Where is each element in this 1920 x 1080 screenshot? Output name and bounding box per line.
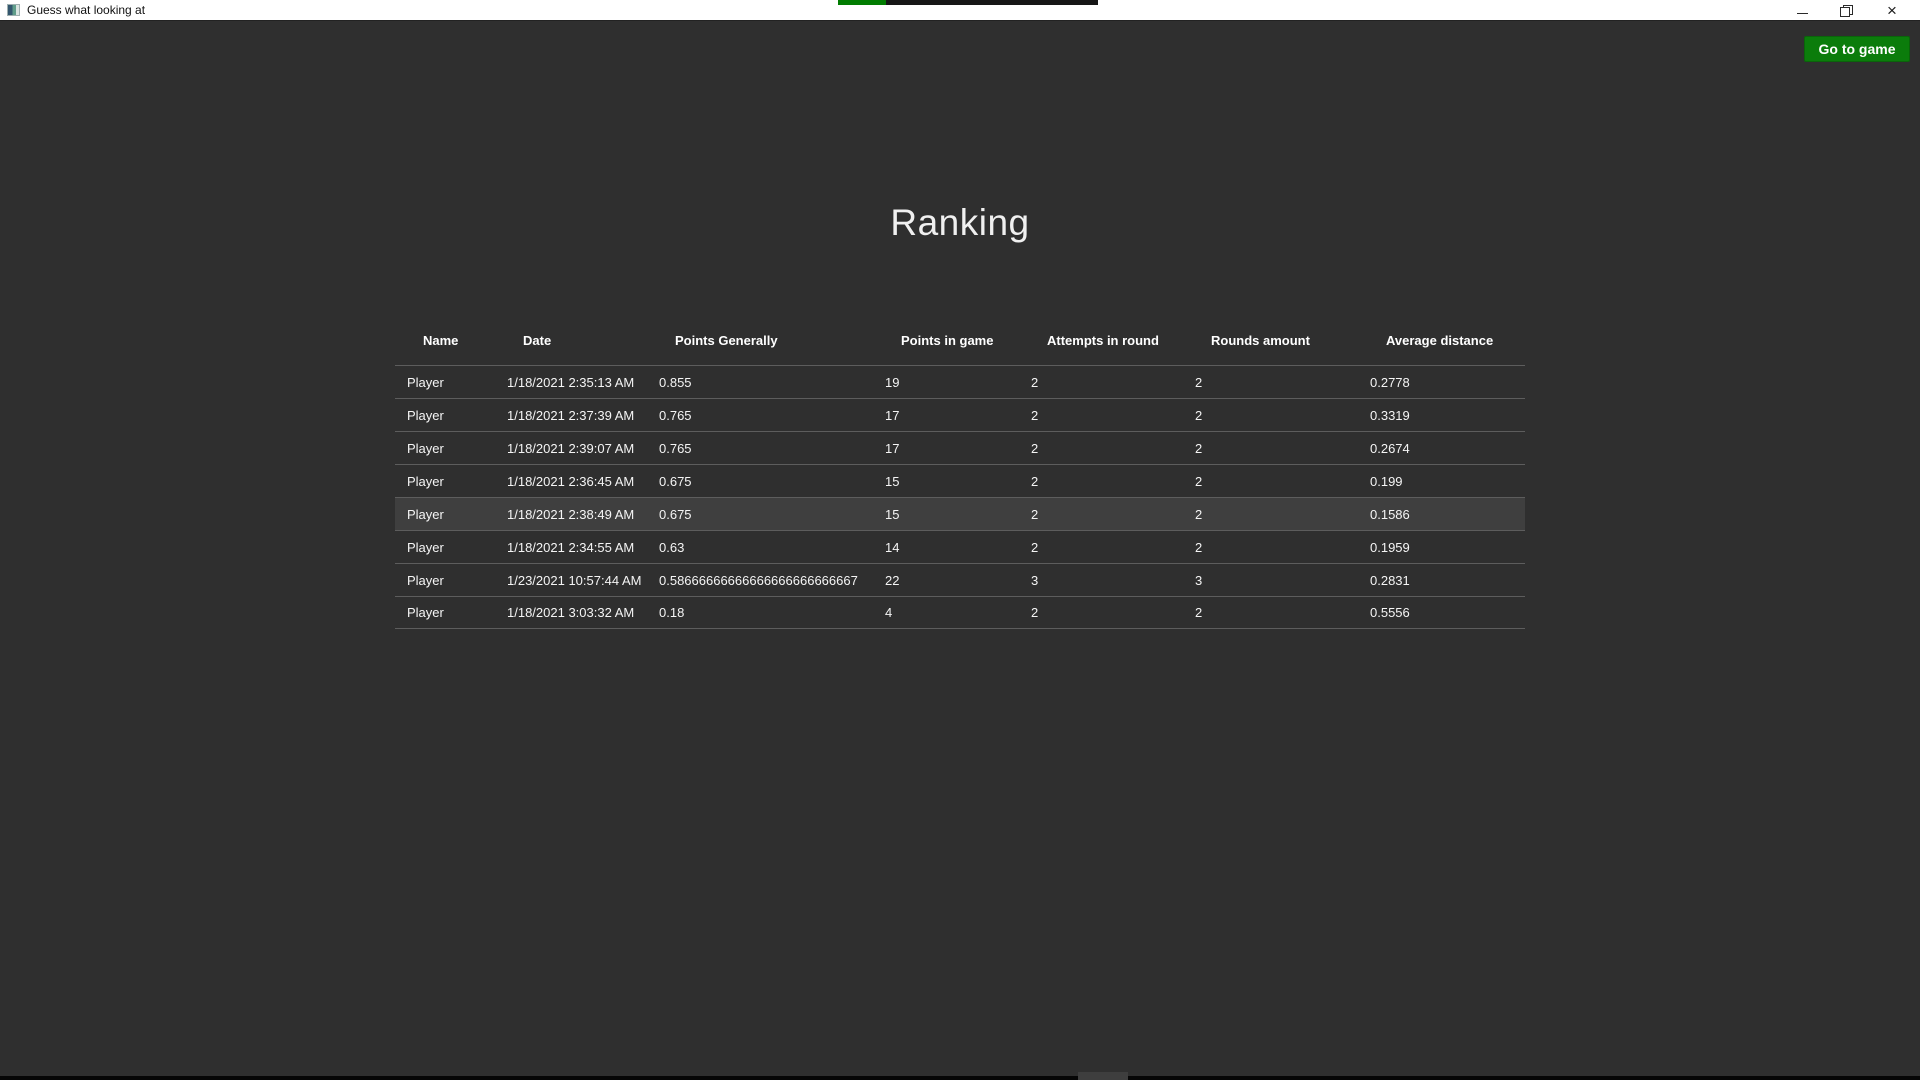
table-cell: 0.675 — [647, 507, 873, 522]
restore-button[interactable] — [1833, 0, 1859, 21]
table-row[interactable]: Player1/18/2021 2:34:55 AM0.6314220.1959 — [395, 530, 1525, 563]
table-cell: 2 — [1019, 474, 1183, 489]
table-cell: 19 — [873, 375, 1019, 390]
close-icon: × — [1887, 1, 1897, 20]
table-cell: Player — [395, 540, 495, 555]
table-cell: 2 — [1019, 441, 1183, 456]
top-taskbar-hint-green — [838, 0, 886, 5]
table-cell: 2 — [1183, 408, 1358, 423]
table-cell: 0.765 — [647, 441, 873, 456]
table-row[interactable]: Player1/18/2021 2:38:49 AM0.67515220.158… — [395, 497, 1525, 530]
table-cell: 1/18/2021 2:37:39 AM — [495, 408, 647, 423]
table-cell: 1/18/2021 2:34:55 AM — [495, 540, 647, 555]
column-header[interactable]: Name — [395, 326, 495, 365]
table-cell: Player — [395, 507, 495, 522]
column-header[interactable]: Points Generally — [647, 326, 873, 365]
table-row[interactable]: Player1/18/2021 2:39:07 AM0.76517220.267… — [395, 431, 1525, 464]
table-cell: 4 — [873, 605, 1019, 620]
table-cell: 1/18/2021 3:03:32 AM — [495, 605, 647, 620]
table-cell: 1/18/2021 2:36:45 AM — [495, 474, 647, 489]
table-cell: 0.855 — [647, 375, 873, 390]
close-button[interactable]: × — [1879, 0, 1905, 21]
table-header-row: NameDatePoints GenerallyPoints in gameAt… — [395, 326, 1525, 365]
table-row[interactable]: Player1/18/2021 2:35:13 AM0.85519220.277… — [395, 365, 1525, 398]
table-cell: 2 — [1183, 474, 1358, 489]
table-cell: 2 — [1019, 507, 1183, 522]
top-taskbar-hint-dark — [886, 0, 1098, 5]
table-cell: 22 — [873, 573, 1019, 588]
table-cell: 0.2831 — [1358, 573, 1525, 588]
minimize-icon — [1797, 13, 1808, 14]
window-title: Guess what looking at — [27, 3, 145, 17]
minimize-button[interactable] — [1789, 0, 1815, 21]
bottom-taskbar-notch — [1078, 1072, 1128, 1080]
table-cell: 0.18 — [647, 605, 873, 620]
table-cell: 2 — [1183, 375, 1358, 390]
table-cell: 3 — [1183, 573, 1358, 588]
table-cell: 14 — [873, 540, 1019, 555]
table-cell: 2 — [1019, 375, 1183, 390]
column-header[interactable]: Points in game — [873, 326, 1019, 365]
go-to-game-label: Go to game — [1818, 41, 1895, 57]
table-cell: Player — [395, 605, 495, 620]
table-cell: 0.2778 — [1358, 375, 1525, 390]
table-cell: 0.63 — [647, 540, 873, 555]
table-cell: 1/18/2021 2:38:49 AM — [495, 507, 647, 522]
table-cell: 1/18/2021 2:35:13 AM — [495, 375, 647, 390]
table-cell: 0.199 — [1358, 474, 1525, 489]
table-row[interactable]: Player1/18/2021 2:36:45 AM0.67515220.199 — [395, 464, 1525, 497]
table-cell: 15 — [873, 507, 1019, 522]
table-cell: 3 — [1019, 573, 1183, 588]
table-cell: 2 — [1019, 605, 1183, 620]
column-header[interactable]: Average distance — [1358, 326, 1525, 365]
table-cell: 2 — [1183, 605, 1358, 620]
table-cell: 0.3319 — [1358, 408, 1525, 423]
table-cell: Player — [395, 573, 495, 588]
table-cell: Player — [395, 408, 495, 423]
bottom-taskbar-hint — [0, 1076, 1920, 1080]
table-cell: 2 — [1183, 540, 1358, 555]
ranking-table: NameDatePoints GenerallyPoints in gameAt… — [395, 326, 1525, 629]
table-body: Player1/18/2021 2:35:13 AM0.85519220.277… — [395, 365, 1525, 629]
table-cell: 0.765 — [647, 408, 873, 423]
table-cell: 1/18/2021 2:39:07 AM — [495, 441, 647, 456]
table-cell: Player — [395, 474, 495, 489]
column-header[interactable]: Rounds amount — [1183, 326, 1358, 365]
table-cell: 0.5556 — [1358, 605, 1525, 620]
app-icon — [7, 4, 20, 16]
page-title: Ranking — [0, 202, 1920, 244]
table-cell: 17 — [873, 408, 1019, 423]
table-cell: 0.1586 — [1358, 507, 1525, 522]
table-cell: 0.2674 — [1358, 441, 1525, 456]
table-cell: 0.58666666666666666666666667 — [647, 573, 873, 588]
table-row[interactable]: Player1/18/2021 3:03:32 AM0.184220.5556 — [395, 596, 1525, 629]
go-to-game-button[interactable]: Go to game — [1804, 36, 1910, 62]
table-cell: 17 — [873, 441, 1019, 456]
table-cell: 2 — [1019, 540, 1183, 555]
table-cell: Player — [395, 441, 495, 456]
table-row[interactable]: Player1/23/2021 10:57:44 AM0.58666666666… — [395, 563, 1525, 596]
table-cell: Player — [395, 375, 495, 390]
table-cell: 1/23/2021 10:57:44 AM — [495, 573, 647, 588]
table-cell: 2 — [1019, 408, 1183, 423]
table-row[interactable]: Player1/18/2021 2:37:39 AM0.76517220.331… — [395, 398, 1525, 431]
restore-icon — [1840, 5, 1853, 17]
table-cell: 0.1959 — [1358, 540, 1525, 555]
table-cell: 15 — [873, 474, 1019, 489]
column-header[interactable]: Date — [495, 326, 647, 365]
column-header[interactable]: Attempts in round — [1019, 326, 1183, 365]
table-cell: 2 — [1183, 507, 1358, 522]
table-cell: 2 — [1183, 441, 1358, 456]
table-cell: 0.675 — [647, 474, 873, 489]
